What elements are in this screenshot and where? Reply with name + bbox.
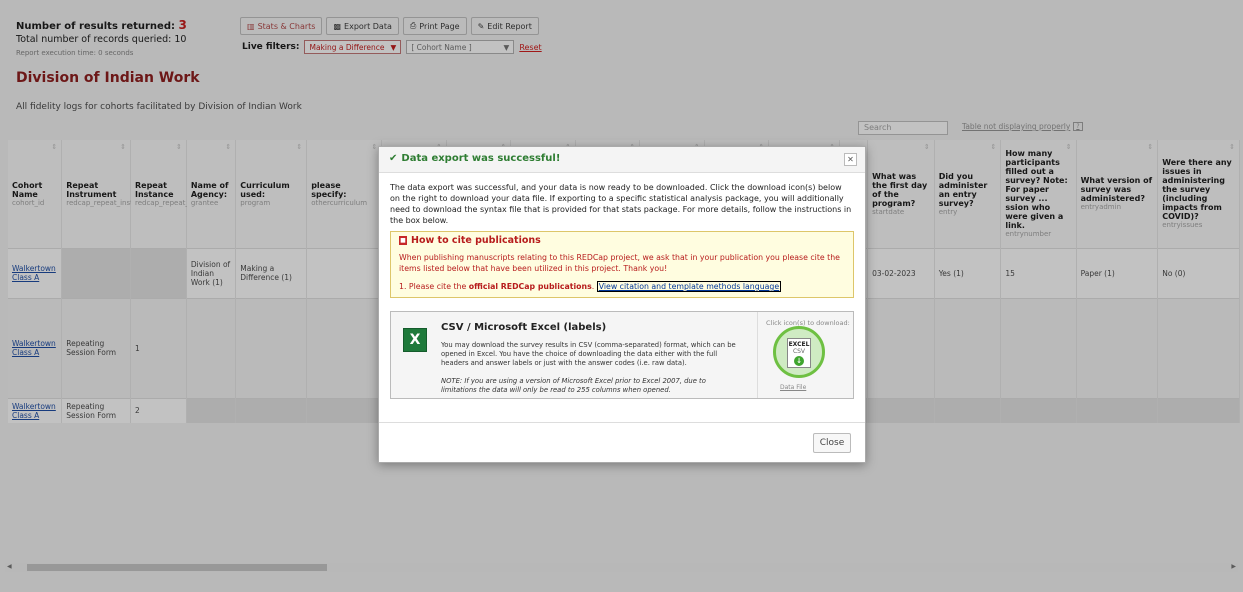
csv-option-title: CSV / Microsoft Excel (labels) [441,322,607,333]
close-icon[interactable]: ✕ [844,153,857,166]
dialog-title: Data export was successful! [401,153,561,164]
citation-box: ■ How to cite publications When publishi… [390,231,854,298]
download-area: Click icon(s) to download: EXCEL CSV ↓ D… [757,312,855,398]
citation-text: When publishing manuscripts relating to … [399,253,840,273]
export-success-dialog: ✔ Data export was successful! ✕ The data… [378,146,866,463]
csv-export-option: X CSV / Microsoft Excel (labels) You may… [390,311,854,399]
citation-item: 1. Please cite the official REDCap publi… [399,281,782,292]
download-arrow-icon: ↓ [794,356,804,366]
view-citation-link[interactable]: View citation and template methods langu… [596,281,782,292]
csv-option-note: NOTE: If you are using a version of Micr… [441,377,706,394]
dialog-header: ✔ Data export was successful! ✕ [379,147,865,173]
excel-icon: X [403,328,427,352]
citation-title: How to cite publications [411,235,541,246]
dialog-message: The data export was successful, and your… [390,183,852,225]
close-button[interactable]: Close [813,433,851,453]
data-file-link[interactable]: Data File [780,384,806,391]
book-icon: ■ [399,236,407,245]
csv-download-icon[interactable]: EXCEL CSV ↓ [787,338,811,368]
csv-option-description: You may download the survey results in C… [441,341,736,367]
dialog-footer: Close [379,422,865,462]
checkmark-icon: ✔ [389,153,398,164]
download-caption: Click icon(s) to download: [766,319,850,327]
